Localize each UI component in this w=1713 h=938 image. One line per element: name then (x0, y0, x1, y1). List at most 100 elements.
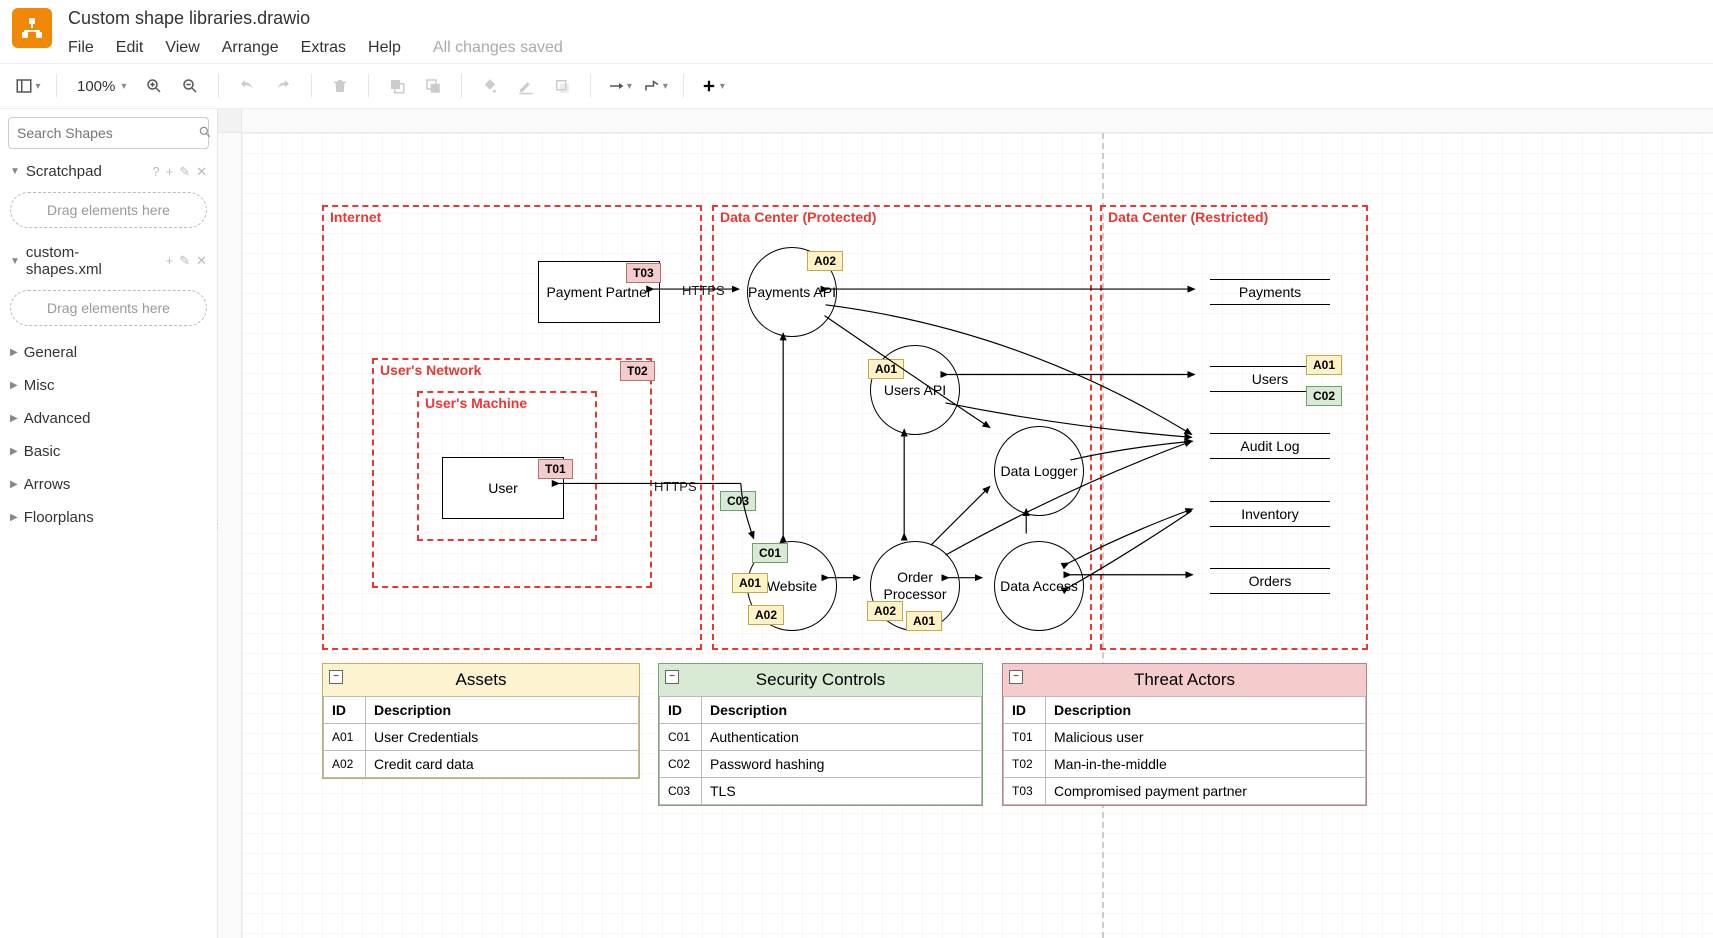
waypoint-icon (643, 77, 661, 95)
node-data-access[interactable]: Data Access (994, 541, 1084, 631)
category-misc[interactable]: ▶Misc (0, 369, 217, 402)
menu-file[interactable]: File (68, 39, 94, 57)
table-controls[interactable]: − Security Controls IDDescription C01Aut… (658, 663, 983, 806)
category-arrows[interactable]: ▶Arrows (0, 468, 217, 501)
edit-icon[interactable]: ✎ (179, 253, 190, 269)
collapse-icon: ▼ (10, 256, 20, 267)
table-title: − Threat Actors (1003, 664, 1366, 696)
custom-lib-actions: + ✎ ✕ (166, 253, 207, 269)
table-row[interactable]: C03TLS (660, 778, 982, 805)
delete-button[interactable] (326, 72, 354, 100)
th-id: ID (660, 697, 702, 724)
tag-c03[interactable]: C03 (720, 491, 756, 511)
menubar: File Edit View Arrange Extras Help All c… (68, 33, 1701, 63)
ruler-vertical[interactable] (218, 133, 242, 938)
tag-a01-uapi[interactable]: A01 (868, 359, 904, 379)
tag-a01-usersds[interactable]: A01 (1306, 355, 1342, 375)
cell-id: C02 (660, 751, 702, 778)
document-title[interactable]: Custom shape libraries.drawio (68, 8, 1701, 33)
category-floorplans[interactable]: ▶Floorplans (0, 501, 217, 534)
ruler-horizontal[interactable] (242, 109, 1713, 133)
menu-extras[interactable]: Extras (301, 39, 346, 57)
datastore-inventory[interactable]: Inventory (1210, 501, 1330, 527)
tag-a02-op[interactable]: A02 (867, 601, 903, 621)
insert-button[interactable]: ▾ (698, 72, 726, 100)
collapse-icon[interactable]: − (329, 670, 343, 684)
table-row[interactable]: T01Malicious user (1004, 724, 1366, 751)
category-advanced[interactable]: ▶Advanced (0, 402, 217, 435)
tag-a01-web[interactable]: A01 (732, 573, 768, 593)
search-shapes-input-wrap[interactable] (8, 117, 209, 149)
header: Custom shape libraries.drawio File Edit … (0, 0, 1713, 63)
datastore-payments[interactable]: Payments (1210, 279, 1330, 305)
connection-style-button[interactable]: ▾ (605, 72, 633, 100)
tag-t03[interactable]: T03 (626, 263, 661, 283)
collapse-icon[interactable]: − (665, 670, 679, 684)
custom-lib-dropzone[interactable]: Drag elements here (10, 290, 207, 326)
waypoint-style-button[interactable]: ▾ (641, 72, 669, 100)
page-view-button[interactable]: ▾ (14, 72, 42, 100)
scratchpad-header[interactable]: ▼ Scratchpad ? + ✎ ✕ (0, 157, 217, 186)
tag-a02-web[interactable]: A02 (748, 605, 784, 625)
menu-edit[interactable]: Edit (116, 39, 144, 57)
close-icon[interactable]: ✕ (196, 253, 207, 269)
tag-a01-op[interactable]: A01 (906, 611, 942, 631)
table-assets[interactable]: − Assets IDDescription A01User Credentia… (322, 663, 640, 779)
menu-view[interactable]: View (165, 39, 199, 57)
table-row[interactable]: T03Compromised payment partner (1004, 778, 1366, 805)
edit-icon[interactable]: ✎ (179, 164, 190, 180)
line-color-button[interactable] (512, 72, 540, 100)
scratchpad-actions: ? + ✎ ✕ (152, 164, 207, 180)
zoom-out-button[interactable] (176, 72, 204, 100)
fill-color-button[interactable] (476, 72, 504, 100)
shadow-button[interactable] (548, 72, 576, 100)
close-icon[interactable]: ✕ (196, 164, 207, 180)
category-general[interactable]: ▶General (0, 336, 217, 369)
tag-t01[interactable]: T01 (538, 459, 573, 479)
custom-lib-header[interactable]: ▼ custom-shapes.xml + ✎ ✕ (0, 238, 217, 284)
to-back-button[interactable] (419, 72, 447, 100)
toolbar: ▾ 100% ▾ ▾ ▾ ▾ (0, 63, 1713, 109)
th-desc: Description (366, 697, 639, 724)
table-row[interactable]: T02Man-in-the-middle (1004, 751, 1366, 778)
collapse-icon[interactable]: − (1009, 670, 1023, 684)
category-basic[interactable]: ▶Basic (0, 435, 217, 468)
cell-desc: Malicious user (1046, 724, 1366, 751)
zoom-in-button[interactable] (140, 72, 168, 100)
menu-help[interactable]: Help (368, 39, 401, 57)
add-icon[interactable]: + (166, 253, 174, 269)
menu-arrange[interactable]: Arrange (222, 39, 279, 57)
table-row[interactable]: C02Password hashing (660, 751, 982, 778)
scratchpad-dropzone[interactable]: Drag elements here (10, 192, 207, 228)
search-shapes-input[interactable] (17, 125, 198, 141)
zoom-in-icon (145, 77, 163, 95)
tag-c01[interactable]: C01 (752, 543, 788, 563)
tag-t02[interactable]: T02 (620, 361, 655, 381)
help-icon[interactable]: ? (152, 164, 159, 180)
table-row[interactable]: A01User Credentials (324, 724, 639, 751)
redo-button[interactable] (269, 72, 297, 100)
table-threats[interactable]: − Threat Actors IDDescription T01Malicio… (1002, 663, 1367, 806)
zone-label: Internet (330, 209, 381, 225)
app-logo[interactable] (12, 8, 52, 48)
zoom-level[interactable]: 100% ▾ (71, 78, 132, 95)
datastore-orders[interactable]: Orders (1210, 568, 1330, 594)
canvas[interactable]: Internet User's Network User's Machine D… (242, 133, 1713, 938)
body: ▼ Scratchpad ? + ✎ ✕ Drag elements here … (0, 109, 1713, 938)
table-row[interactable]: A02Credit card data (324, 751, 639, 778)
datastore-audit-log[interactable]: Audit Log (1210, 433, 1330, 459)
datastore-label: Payments (1239, 284, 1301, 300)
cell-id: A01 (324, 724, 366, 751)
to-front-button[interactable] (383, 72, 411, 100)
zone-label: Data Center (Restricted) (1108, 209, 1268, 225)
cell-desc: Man-in-the-middle (1046, 751, 1366, 778)
node-data-logger[interactable]: Data Logger (994, 426, 1084, 516)
tag-c02-usersds[interactable]: C02 (1306, 386, 1342, 406)
add-icon[interactable]: + (166, 164, 174, 180)
table-row[interactable]: C01Authentication (660, 724, 982, 751)
undo-button[interactable] (233, 72, 261, 100)
pencil-icon (517, 77, 535, 95)
search-icon (198, 125, 212, 142)
tag-a02-pay[interactable]: A02 (807, 251, 843, 271)
shadow-icon (553, 77, 571, 95)
